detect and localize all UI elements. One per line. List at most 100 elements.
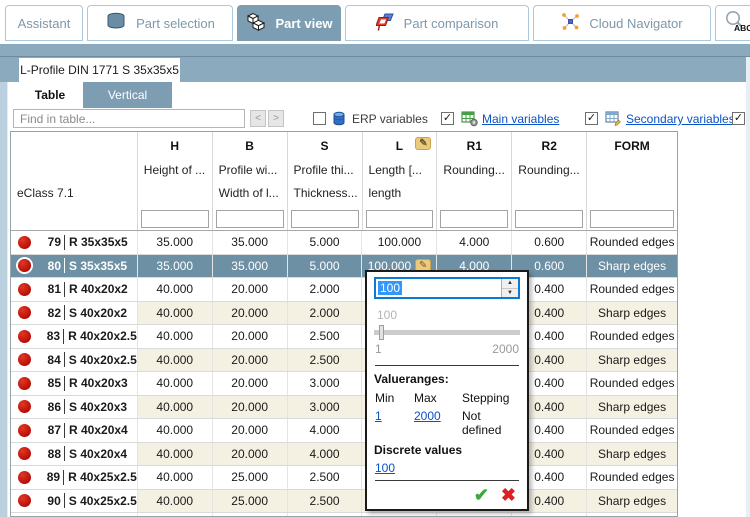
secondary-variables-link[interactable]: Secondary variables — [626, 112, 735, 126]
tab-label: Part comparison — [404, 16, 499, 31]
stepping-header: Stepping — [462, 391, 520, 405]
eclass-label: eClass 7.1 — [11, 183, 137, 207]
cell-FORM: Sharp edges — [587, 490, 677, 513]
cell-H: 40.000 — [138, 325, 213, 348]
slider-current-value: 100 — [377, 308, 520, 322]
cell-FORM: Sharp edges — [587, 349, 677, 372]
slider-min-label: 1 — [375, 342, 382, 356]
main-variables-checkbox[interactable]: ✓ — [441, 112, 454, 125]
value-slider[interactable] — [374, 324, 520, 340]
part-name-cell: 84 S 40x20x2.5 — [11, 349, 138, 372]
column-header-H[interactable]: H Height of ... — [138, 132, 213, 230]
slider-handle[interactable] — [379, 325, 384, 340]
cell-B: 35.000 — [213, 231, 288, 254]
column-header-FORM[interactable]: FORM — [587, 132, 677, 230]
value-spinbox[interactable]: 100 ▲ ▼ — [374, 277, 520, 299]
table-row[interactable]: 80 S 35x35x5 35.000 35.000 5.000 100.000… — [11, 255, 677, 279]
cell-S: 5.000 — [288, 255, 363, 278]
tab-table-view[interactable]: Table — [19, 82, 81, 108]
column-header-L[interactable]: L ✎ Length [... length — [363, 132, 438, 230]
column-filter-input[interactable] — [590, 210, 674, 228]
part-name: S 35x35x5 — [69, 259, 127, 273]
part-name: R 40x20x4 — [69, 423, 128, 437]
column-header-R2[interactable]: R2 Rounding... — [512, 132, 587, 230]
table-row[interactable]: 90 S 40x25x2.5 40.000 25.000 2.500 ✎ 0.4… — [11, 490, 677, 514]
spin-down-button[interactable]: ▼ — [502, 289, 518, 298]
discrete-value-link[interactable]: 100 — [375, 461, 520, 475]
find-in-table-input[interactable] — [13, 109, 245, 128]
erp-database-icon — [331, 110, 348, 127]
column-filter-input[interactable] — [141, 210, 209, 228]
table-row[interactable]: 86 S 40x20x3 40.000 20.000 3.000 ✎ 0.400… — [11, 396, 677, 420]
tab-label: Part view — [275, 16, 332, 31]
column-filter-input[interactable] — [366, 210, 434, 228]
cell-S: 2.500 — [288, 466, 363, 489]
cell-B: 20.000 — [213, 278, 288, 301]
table-row[interactable]: 89 R 40x25x2.5 40.000 25.000 2.500 ✎ 0.4… — [11, 466, 677, 490]
row-separator — [64, 258, 65, 273]
row-separator — [64, 493, 65, 508]
value-input-text[interactable]: 100 — [378, 281, 402, 295]
column-header-S[interactable]: S Profile thi... Thickness... — [288, 132, 363, 230]
compare-flags-icon — [376, 12, 395, 34]
table-row[interactable]: 85 R 40x20x3 40.000 20.000 3.000 ✎ 0.400… — [11, 372, 677, 396]
main-variables-link[interactable]: Main variables — [482, 112, 559, 126]
cell-S: 4.000 — [288, 419, 363, 442]
table-row[interactable]: 83 R 40x20x2.5 40.000 20.000 2.500 ✎ 0.4… — [11, 325, 677, 349]
erp-variables-checkbox[interactable] — [313, 112, 326, 125]
tab-part-view[interactable]: Part view — [237, 5, 341, 41]
cell-B: 20.000 — [213, 302, 288, 325]
table-row[interactable]: 88 S 40x20x4 40.000 20.000 4.000 ✎ 0.400… — [11, 443, 677, 467]
extra-variables-checkbox[interactable]: ✓ — [732, 112, 745, 125]
min-value-link[interactable]: 1 — [375, 409, 414, 437]
tab-fulltext-search[interactable]: ABC — [715, 5, 750, 41]
table-row[interactable]: 79 R 35x35x5 35.000 35.000 5.000 100.000… — [11, 231, 677, 255]
cell-FORM: Rounded edges — [587, 466, 677, 489]
slider-track[interactable] — [374, 330, 520, 335]
row-separator — [64, 399, 65, 414]
row-number: 88 — [37, 447, 61, 461]
table-row[interactable]: 81 R 40x20x2 40.000 20.000 2.000 ✎ 0.400… — [11, 278, 677, 302]
table-row[interactable]: 87 R 40x20x4 40.000 20.000 4.000 ✎ 0.400… — [11, 419, 677, 443]
status-dot-icon — [18, 236, 31, 249]
valueranges-table: Min Max Stepping 1 2000 Not defined — [375, 391, 520, 437]
find-previous-button[interactable]: < — [250, 110, 266, 127]
part-document-tab[interactable]: L-Profile DIN 1771 S 35x35x5 — [19, 58, 180, 82]
column-filter-input[interactable] — [216, 210, 284, 228]
spin-up-button[interactable]: ▲ — [502, 279, 518, 289]
tab-part-selection[interactable]: Part selection — [87, 5, 233, 41]
right-edge-strip — [746, 57, 750, 517]
stepping-value: Not defined — [462, 409, 520, 437]
tab-vertical-view[interactable]: Vertical — [83, 82, 172, 108]
parts-table: eClass 7.1 H Height of ... B Profile wi.… — [10, 131, 678, 517]
part-name: S 40x25x2.5 — [69, 494, 137, 508]
cancel-button[interactable]: ✖ — [501, 485, 516, 505]
cell-B: 20.000 — [213, 443, 288, 466]
table-row[interactable]: 82 S 40x20x2 40.000 20.000 2.000 ✎ 0.400… — [11, 302, 677, 326]
row-separator — [64, 376, 65, 391]
status-dot-icon — [18, 306, 31, 319]
table-header: eClass 7.1 H Height of ... B Profile wi.… — [11, 132, 677, 231]
cell-S: 5.000 — [288, 231, 363, 254]
edit-pencil-icon[interactable]: ✎ — [415, 137, 431, 150]
layers-icon — [105, 12, 127, 34]
column-header-name: eClass 7.1 — [11, 132, 138, 230]
column-header-R1[interactable]: R1 Rounding... — [437, 132, 512, 230]
tab-cloud-navigator[interactable]: Cloud Navigator — [533, 5, 711, 41]
status-dot-icon — [18, 330, 31, 343]
table-row[interactable]: 84 S 40x20x2.5 40.000 20.000 2.500 ✎ 0.4… — [11, 349, 677, 373]
column-filter-input[interactable] — [291, 210, 359, 228]
slider-max-label: 2000 — [492, 342, 519, 356]
accept-button[interactable]: ✔ — [474, 485, 489, 505]
column-header-B[interactable]: B Profile wi... Width of l... — [213, 132, 288, 230]
max-value-link[interactable]: 2000 — [414, 409, 462, 437]
tab-part-comparison[interactable]: Part comparison — [345, 5, 529, 41]
secondary-variables-checkbox[interactable]: ✓ — [585, 112, 598, 125]
tab-assistant[interactable]: Assistant — [5, 5, 83, 41]
find-next-button[interactable]: > — [268, 110, 284, 127]
part-name-cell: 87 R 40x20x4 — [11, 419, 138, 442]
column-filter-input[interactable] — [440, 210, 508, 228]
discrete-values-title: Discrete values — [374, 443, 520, 457]
column-filter-input[interactable] — [515, 210, 583, 228]
cell-B: 35.000 — [213, 255, 288, 278]
